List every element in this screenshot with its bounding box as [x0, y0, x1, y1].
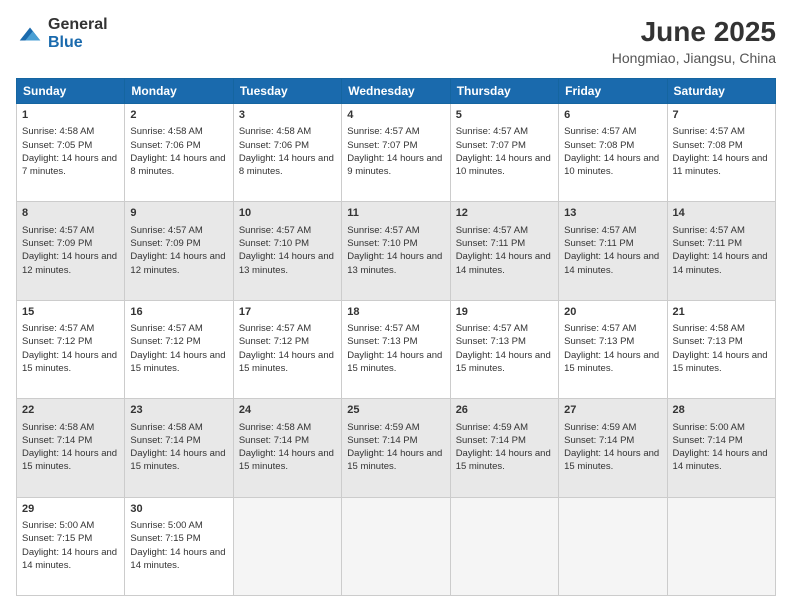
- day-21: 21 Sunrise: 4:58 AMSunset: 7:13 PMDaylig…: [667, 300, 775, 398]
- col-monday: Monday: [125, 79, 233, 104]
- day-26: 26 Sunrise: 4:59 AMSunset: 7:14 PMDaylig…: [450, 399, 558, 497]
- logo-general-text: General: [48, 16, 108, 34]
- subtitle: Hongmiao, Jiangsu, China: [612, 50, 776, 66]
- col-wednesday: Wednesday: [342, 79, 450, 104]
- empty-cell-3: [450, 497, 558, 595]
- day-17: 17 Sunrise: 4:57 AMSunset: 7:12 PMDaylig…: [233, 300, 341, 398]
- empty-cell-4: [559, 497, 667, 595]
- header: General Blue June 2025 Hongmiao, Jiangsu…: [16, 16, 776, 66]
- col-tuesday: Tuesday: [233, 79, 341, 104]
- day-1: 1 Sunrise: 4:58 AMSunset: 7:05 PMDayligh…: [17, 104, 125, 202]
- day-29: 29 Sunrise: 5:00 AMSunset: 7:15 PMDaylig…: [17, 497, 125, 595]
- col-saturday: Saturday: [667, 79, 775, 104]
- calendar-table: Sunday Monday Tuesday Wednesday Thursday…: [16, 78, 776, 596]
- col-thursday: Thursday: [450, 79, 558, 104]
- empty-cell-5: [667, 497, 775, 595]
- day-5: 5 Sunrise: 4:57 AMSunset: 7:07 PMDayligh…: [450, 104, 558, 202]
- week-row-3: 15 Sunrise: 4:57 AMSunset: 7:12 PMDaylig…: [17, 300, 776, 398]
- week-row-2: 8 Sunrise: 4:57 AMSunset: 7:09 PMDayligh…: [17, 202, 776, 300]
- logo-blue-text: Blue: [48, 34, 108, 52]
- day-11: 11 Sunrise: 4:57 AMSunset: 7:10 PMDaylig…: [342, 202, 450, 300]
- day-6: 6 Sunrise: 4:57 AMSunset: 7:08 PMDayligh…: [559, 104, 667, 202]
- day-4: 4 Sunrise: 4:57 AMSunset: 7:07 PMDayligh…: [342, 104, 450, 202]
- day-18: 18 Sunrise: 4:57 AMSunset: 7:13 PMDaylig…: [342, 300, 450, 398]
- day-12: 12 Sunrise: 4:57 AMSunset: 7:11 PMDaylig…: [450, 202, 558, 300]
- logo-text: General Blue: [48, 16, 108, 51]
- day-23: 23 Sunrise: 4:58 AMSunset: 7:14 PMDaylig…: [125, 399, 233, 497]
- day-7: 7 Sunrise: 4:57 AMSunset: 7:08 PMDayligh…: [667, 104, 775, 202]
- col-friday: Friday: [559, 79, 667, 104]
- empty-cell-2: [342, 497, 450, 595]
- title-block: June 2025 Hongmiao, Jiangsu, China: [612, 16, 776, 66]
- day-8: 8 Sunrise: 4:57 AMSunset: 7:09 PMDayligh…: [17, 202, 125, 300]
- empty-cell-1: [233, 497, 341, 595]
- day-9: 9 Sunrise: 4:57 AMSunset: 7:09 PMDayligh…: [125, 202, 233, 300]
- day-2: 2 Sunrise: 4:58 AMSunset: 7:06 PMDayligh…: [125, 104, 233, 202]
- day-16: 16 Sunrise: 4:57 AMSunset: 7:12 PMDaylig…: [125, 300, 233, 398]
- day-10: 10 Sunrise: 4:57 AMSunset: 7:10 PMDaylig…: [233, 202, 341, 300]
- day-19: 19 Sunrise: 4:57 AMSunset: 7:13 PMDaylig…: [450, 300, 558, 398]
- day-28: 28 Sunrise: 5:00 AMSunset: 7:14 PMDaylig…: [667, 399, 775, 497]
- day-22: 22 Sunrise: 4:58 AMSunset: 7:14 PMDaylig…: [17, 399, 125, 497]
- day-30: 30 Sunrise: 5:00 AMSunset: 7:15 PMDaylig…: [125, 497, 233, 595]
- day-15: 15 Sunrise: 4:57 AMSunset: 7:12 PMDaylig…: [17, 300, 125, 398]
- logo-icon: [16, 20, 44, 48]
- day-13: 13 Sunrise: 4:57 AMSunset: 7:11 PMDaylig…: [559, 202, 667, 300]
- week-row-1: 1 Sunrise: 4:58 AMSunset: 7:05 PMDayligh…: [17, 104, 776, 202]
- col-sunday: Sunday: [17, 79, 125, 104]
- logo: General Blue: [16, 16, 108, 51]
- day-14: 14 Sunrise: 4:57 AMSunset: 7:11 PMDaylig…: [667, 202, 775, 300]
- main-title: June 2025: [612, 16, 776, 48]
- day-20: 20 Sunrise: 4:57 AMSunset: 7:13 PMDaylig…: [559, 300, 667, 398]
- page: General Blue June 2025 Hongmiao, Jiangsu…: [0, 0, 792, 612]
- day-3: 3 Sunrise: 4:58 AMSunset: 7:06 PMDayligh…: [233, 104, 341, 202]
- day-25: 25 Sunrise: 4:59 AMSunset: 7:14 PMDaylig…: [342, 399, 450, 497]
- day-27: 27 Sunrise: 4:59 AMSunset: 7:14 PMDaylig…: [559, 399, 667, 497]
- week-row-4: 22 Sunrise: 4:58 AMSunset: 7:14 PMDaylig…: [17, 399, 776, 497]
- day-24: 24 Sunrise: 4:58 AMSunset: 7:14 PMDaylig…: [233, 399, 341, 497]
- week-row-5: 29 Sunrise: 5:00 AMSunset: 7:15 PMDaylig…: [17, 497, 776, 595]
- calendar-header-row: Sunday Monday Tuesday Wednesday Thursday…: [17, 79, 776, 104]
